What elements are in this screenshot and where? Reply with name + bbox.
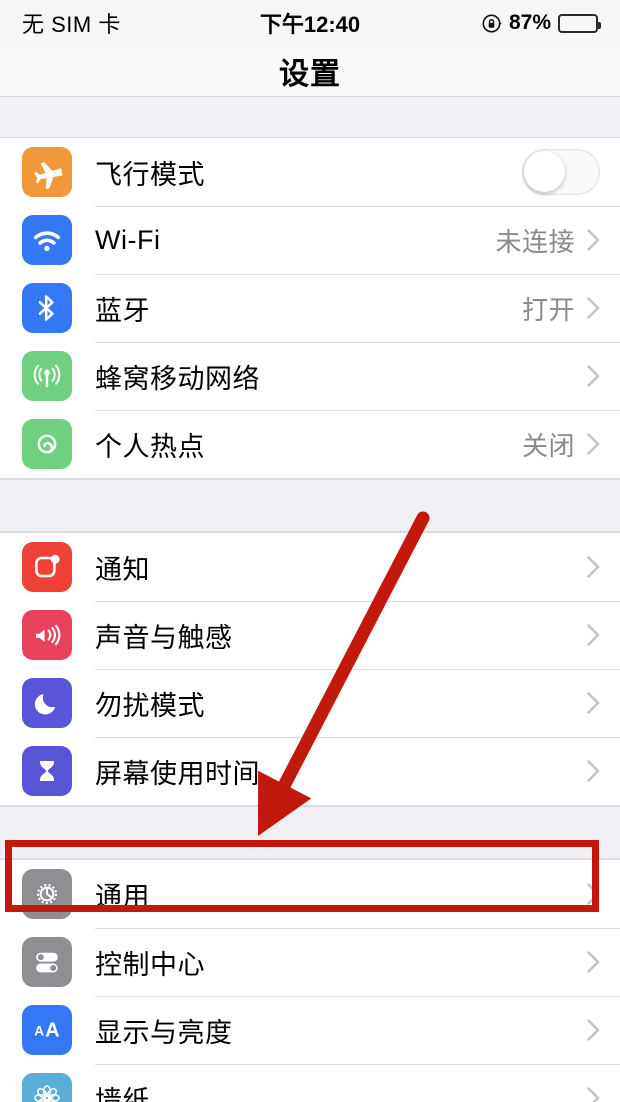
row-label: 勿扰模式 [95,690,205,721]
row-label: 控制中心 [95,949,205,980]
list-top-gap [0,97,620,137]
chevron-right-icon [587,951,600,973]
moon-icon [22,678,72,728]
chevron-right-icon [587,692,600,714]
status-bar-left: 无 SIM 卡 [22,7,214,39]
settings-row-勿扰模式[interactable]: 勿扰模式 [0,669,620,737]
chevron-right-icon [587,365,600,387]
hotspot-icon [22,419,72,469]
airplane-mode-toggle[interactable] [522,149,600,195]
status-bar: 无 SIM 卡 下午12:40 87% [0,0,620,46]
svg-text:A: A [45,1019,59,1041]
settings-row-通知[interactable]: 通知 [0,533,620,601]
settings-screen: 无 SIM 卡 下午12:40 87% 设置 飞行模式 Wi-Fi 未连接 蓝牙… [0,0,620,1102]
chevron-right-icon [587,297,600,319]
group-separator-gap [0,479,620,532]
settings-row-蜂窝移动网络[interactable]: 蜂窝移动网络 [0,342,620,410]
row-value: 打开 [521,294,575,325]
settings-row-Wi-Fi[interactable]: Wi-Fi 未连接 [0,206,620,274]
chevron-right-icon [587,1019,600,1041]
row-label: Wi-Fi [95,224,161,255]
row-label: 通知 [95,554,150,585]
row-label: 个人热点 [95,431,205,462]
battery-icon [558,13,601,33]
settings-list[interactable]: 飞行模式 Wi-Fi 未连接 蓝牙 打开 蜂窝移动网络 个人热点 关闭 通知 声… [0,97,620,1102]
status-bar-right: 87% [406,11,601,35]
rotation-lock-icon [481,13,502,34]
settings-row-显示与亮度[interactable]: AA 显示与亮度 [0,996,620,1064]
row-label: 显示与亮度 [95,1017,233,1048]
status-bar-center: 下午12:40 [214,7,406,39]
chevron-right-icon [587,760,600,782]
chevron-right-icon [587,433,600,455]
row-label: 墙纸 [95,1085,150,1102]
settings-group-1: 飞行模式 Wi-Fi 未连接 蓝牙 打开 蜂窝移动网络 个人热点 关闭 [0,137,620,479]
page-title: 设置 [279,58,341,91]
row-value: 关闭 [521,430,575,461]
highlight-box-general [5,840,599,912]
row-label: 屏幕使用时间 [95,758,260,789]
settings-row-屏幕使用时间[interactable]: 屏幕使用时间 [0,737,620,805]
wallpaper-icon [22,1073,72,1102]
settings-row-个人热点[interactable]: 个人热点 关闭 [0,410,620,478]
navigation-bar: 设置 [0,46,620,97]
wifi-icon [22,215,72,265]
hourglass-icon [22,746,72,796]
svg-text:A: A [34,1023,44,1038]
chevron-right-icon [587,1087,600,1102]
bluetooth-icon [22,283,72,333]
toggle-knob [524,151,565,192]
settings-row-控制中心[interactable]: 控制中心 [0,928,620,996]
sound-icon [22,610,72,660]
row-label: 蓝牙 [95,295,150,326]
display-aa-icon: AA [22,1005,72,1055]
settings-row-墙纸[interactable]: 墙纸 [0,1064,620,1102]
chevron-right-icon [587,229,600,251]
battery-percent-label: 87% [508,11,551,34]
settings-row-飞行模式[interactable]: 飞行模式 [0,138,620,206]
settings-row-声音与触感[interactable]: 声音与触感 [0,601,620,669]
chevron-right-icon [587,624,600,646]
control-center-icon [22,937,72,987]
row-label: 声音与触感 [95,622,233,653]
cellular-icon [22,351,72,401]
carrier-label: 无 SIM 卡 [22,12,121,37]
row-label: 飞行模式 [95,159,205,190]
settings-group-2: 通知 声音与触感 勿扰模式 屏幕使用时间 [0,532,620,806]
row-label: 蜂窝移动网络 [95,363,260,394]
notifications-icon [22,542,72,592]
clock-label: 下午12:40 [259,12,361,37]
chevron-right-icon [587,556,600,578]
settings-row-蓝牙[interactable]: 蓝牙 打开 [0,274,620,342]
airplane-icon [22,147,72,197]
row-value: 未连接 [495,226,575,257]
